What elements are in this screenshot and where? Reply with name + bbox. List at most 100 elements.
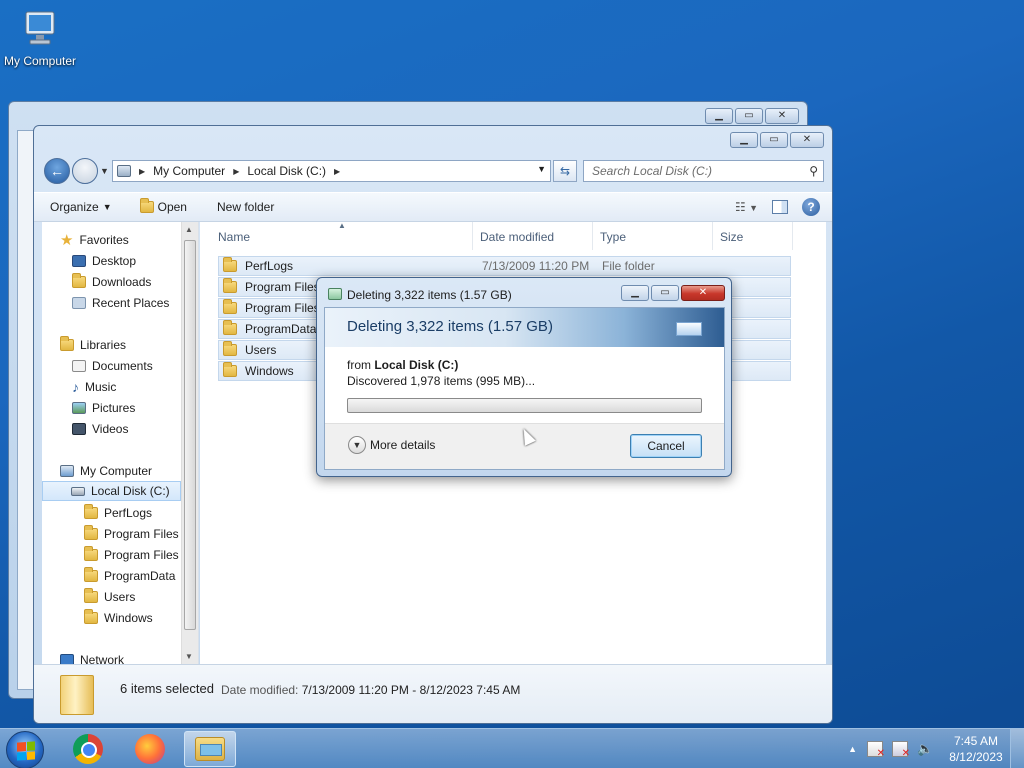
minimize-icon[interactable]: ▁ <box>705 108 733 124</box>
clock[interactable]: 7:45 AM 8/12/2023 <box>942 733 1010 765</box>
address-bar[interactable]: ▶ My Computer ▶ Local Disk (C:) ▶ ▼ <box>112 160 551 182</box>
nav-recent-places[interactable]: Recent Places <box>72 293 169 313</box>
documents-icon <box>72 360 86 372</box>
search-placeholder: Search Local Disk (C:) <box>592 164 713 178</box>
maximize-button[interactable]: ▭ <box>651 285 679 301</box>
nav-label: Windows <box>104 611 153 625</box>
nav-subfolder[interactable]: Program Files ( <box>84 545 186 565</box>
close-button[interactable]: ✕ <box>681 285 725 301</box>
column-header-type[interactable]: Type <box>600 230 626 250</box>
breadcrumb-arrow-icon[interactable]: ▶ <box>139 167 145 176</box>
nav-libraries[interactable]: Libraries <box>60 335 126 355</box>
taskbar-firefox[interactable] <box>124 731 176 767</box>
discovered-status: Discovered 1,978 items (995 MB)... <box>347 374 536 388</box>
nav-pictures[interactable]: Pictures <box>72 398 135 418</box>
breadcrumb-arrow-icon[interactable]: ▶ <box>233 167 239 176</box>
computer-icon <box>60 465 74 477</box>
nav-local-disk[interactable]: Local Disk (C:) <box>42 481 181 501</box>
minimize-button[interactable]: ▁ <box>621 285 649 301</box>
refresh-button[interactable]: ⇆ <box>553 160 577 182</box>
breadcrumb-arrow-icon[interactable]: ▶ <box>334 167 340 176</box>
scrollbar-thumb[interactable] <box>184 240 196 630</box>
progress-bar <box>347 398 702 413</box>
nav-label: Program Files ( <box>104 548 187 562</box>
computer-icon <box>18 8 62 52</box>
maximize-icon[interactable]: ▭ <box>735 108 763 124</box>
more-details-button[interactable]: ▼ More details <box>348 436 435 454</box>
address-dropdown-icon[interactable]: ▼ <box>537 164 546 174</box>
folder-icon <box>84 588 98 603</box>
file-name: PerfLogs <box>245 259 294 273</box>
nav-downloads[interactable]: Downloads <box>72 272 151 292</box>
nav-network[interactable]: Network <box>60 650 124 664</box>
folder-icon <box>223 341 237 356</box>
change-view-icon[interactable]: ☷ ▼ <box>735 200 758 214</box>
new-folder-button[interactable]: New folder <box>217 200 274 214</box>
nav-desktop[interactable]: Desktop <box>72 251 136 271</box>
taskbar-chrome[interactable] <box>62 731 114 767</box>
column-header-date[interactable]: Date modified <box>480 230 554 250</box>
nav-label: Local Disk (C:) <box>91 484 170 498</box>
column-header-name[interactable]: Name <box>218 230 250 250</box>
scroll-up-icon[interactable]: ▲ <box>185 225 193 234</box>
file-name: ProgramData <box>245 322 317 336</box>
organize-button[interactable]: Organize ▼ <box>50 200 112 214</box>
folder-icon <box>223 257 237 272</box>
column-divider[interactable] <box>712 222 713 250</box>
nav-favorites[interactable]: ★ Favorites <box>60 230 129 250</box>
preview-pane-icon[interactable] <box>772 200 788 214</box>
nav-subfolder[interactable]: Windows <box>84 608 153 628</box>
nav-documents[interactable]: Documents <box>72 356 153 376</box>
nav-subfolder[interactable]: Program Files <box>84 524 179 544</box>
folder-icon <box>223 320 237 335</box>
nav-label: Desktop <box>92 254 137 268</box>
breadcrumb-local-disk[interactable]: Local Disk (C:) <box>247 164 326 178</box>
forward-button[interactable] <box>72 158 98 184</box>
clock-date: 8/12/2023 <box>949 750 1003 764</box>
close-button[interactable]: ✕ <box>790 132 824 148</box>
nav-label: Program Files <box>104 527 179 541</box>
nav-scrollbar[interactable]: ▲ ▼ <box>181 222 198 664</box>
network-icon[interactable]: ✕ <box>892 741 910 759</box>
close-icon[interactable]: ✕ <box>765 108 799 124</box>
star-icon: ★ <box>60 232 74 249</box>
cancel-button[interactable]: Cancel <box>630 434 702 458</box>
action-center-icon[interactable]: ✕ <box>867 741 885 759</box>
libraries-icon <box>60 336 74 351</box>
breadcrumb-my-computer[interactable]: My Computer <box>153 164 225 178</box>
nav-subfolder[interactable]: PerfLogs <box>84 503 152 523</box>
folder-icon <box>84 504 98 519</box>
show-hidden-icons-icon[interactable]: ▲ <box>848 744 857 754</box>
open-button[interactable]: Open <box>139 198 187 214</box>
show-desktop-button[interactable] <box>1010 729 1024 768</box>
file-row[interactable]: PerfLogs 7/13/2009 11:20 PM File folder <box>218 256 791 276</box>
volume-muted-icon[interactable]: 🔈 <box>917 741 933 757</box>
maximize-button[interactable]: ▭ <box>760 132 788 148</box>
delete-progress-dialog[interactable]: Deleting 3,322 items (1.57 GB) ▁ ▭ ✕ Del… <box>316 277 732 477</box>
search-icon[interactable]: ⚲ <box>809 161 818 181</box>
search-input[interactable]: Search Local Disk (C:) ⚲ <box>583 160 824 182</box>
folder-open-icon <box>139 198 154 213</box>
column-divider[interactable] <box>472 222 473 250</box>
column-divider[interactable] <box>592 222 593 250</box>
help-icon[interactable]: ? <box>802 198 820 216</box>
nav-my-computer[interactable]: My Computer <box>60 461 152 481</box>
scroll-down-icon[interactable]: ▼ <box>185 652 193 661</box>
minimize-button[interactable]: ▁ <box>730 132 758 148</box>
nav-label: Videos <box>92 422 129 436</box>
recent-pages-dropdown[interactable]: ▼ <box>100 166 109 176</box>
nav-subfolder[interactable]: Users <box>84 587 135 607</box>
column-divider[interactable] <box>792 222 793 250</box>
back-button[interactable]: ← <box>44 158 70 184</box>
start-button[interactable] <box>6 731 44 768</box>
column-header-size[interactable]: Size <box>720 230 743 250</box>
taskbar-explorer[interactable] <box>184 731 236 767</box>
nav-subfolder[interactable]: ProgramData <box>84 566 175 586</box>
nav-music[interactable]: ♪ Music <box>72 377 116 397</box>
folder-large-icon <box>60 675 94 715</box>
nav-label: Recent Places <box>92 296 170 310</box>
sort-arrow-icon: ▲ <box>338 221 346 230</box>
nav-label: Music <box>85 380 117 394</box>
nav-videos[interactable]: Videos <box>72 419 128 439</box>
desktop-icon-my-computer[interactable]: My Computer <box>2 8 78 68</box>
